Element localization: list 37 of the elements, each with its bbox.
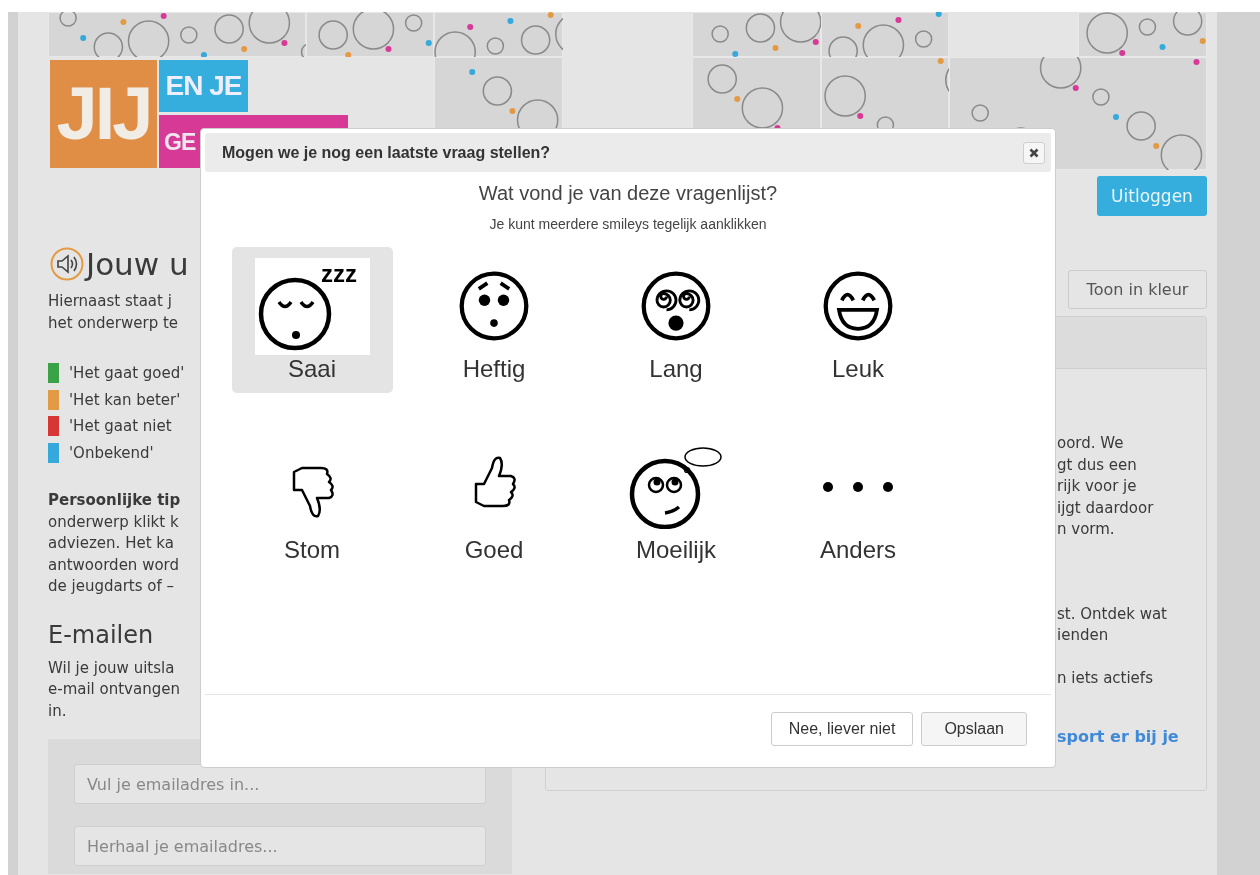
legend-label: 'Het gaat niet <box>69 417 172 436</box>
tips-text: Persoonlijke tip onderwerp klikt k adviezen. Het ka antwoorden word de jeugdarts of – <box>48 490 181 597</box>
smiley-option[interactable]: Anders <box>777 428 939 574</box>
smiley-option[interactable]: Moeilijk <box>595 428 757 574</box>
color-button[interactable]: Toon in kleur <box>1068 270 1207 309</box>
intro-text: Hiernaast staat j het onderwerp te <box>48 291 179 334</box>
info-text: st. Ontdek wat ienden <box>1057 603 1167 646</box>
close-button[interactable] <box>1023 141 1045 164</box>
smiley-option[interactable]: Lang <box>595 247 757 393</box>
legend-label: 'Het kan beter' <box>69 390 181 409</box>
smiley-option[interactable]: Goed <box>413 428 575 574</box>
logo-text: EN JE <box>159 60 248 112</box>
email-field[interactable]: Vul je emailadres in... <box>74 764 486 804</box>
info-text: n iets actiefs <box>1057 667 1153 689</box>
email-text: Wil je jouw uitsla e-mail ontvangen in. <box>48 657 180 722</box>
save-button[interactable]: Opslaan <box>921 712 1027 746</box>
email-field[interactable]: Herhaal je emailadres... <box>74 826 486 866</box>
smiley-option[interactable]: Leuk <box>777 247 939 393</box>
info-text: oord. We gt dus een rijk voor je ijgt daardoor n vorm. <box>1057 433 1154 540</box>
email-title: E-mailen <box>48 619 154 650</box>
legend-label: 'Het gaat goed' <box>69 364 185 383</box>
dialog-hint: Je kunt meerdere smileys tegelijk aanklikken <box>489 215 767 233</box>
sleeping-face-icon: zzz <box>254 257 370 355</box>
smiley-option[interactable]: Heftig <box>413 247 575 393</box>
logo-text: JIJ <box>50 60 157 168</box>
logo-text: GE <box>164 127 196 156</box>
results-title: Jouw u <box>86 246 189 282</box>
decline-button[interactable]: Nee, liever niet <box>770 712 914 746</box>
legend-label: 'Onbekend' <box>69 443 154 462</box>
dialog-question: Wat vond je van deze vragenlijst? <box>478 181 778 206</box>
smiley-option[interactable]: Stom <box>231 428 393 574</box>
dialog-title: Mogen we je nog een laatste vraag stellen? <box>222 143 551 162</box>
close-icon <box>1029 147 1039 158</box>
thinking-face-icon <box>629 445 723 529</box>
smiley-option[interactable]: zzz Saai <box>231 247 393 393</box>
ellipsis-icon <box>822 481 894 493</box>
speaker-icon[interactable] <box>50 247 84 281</box>
